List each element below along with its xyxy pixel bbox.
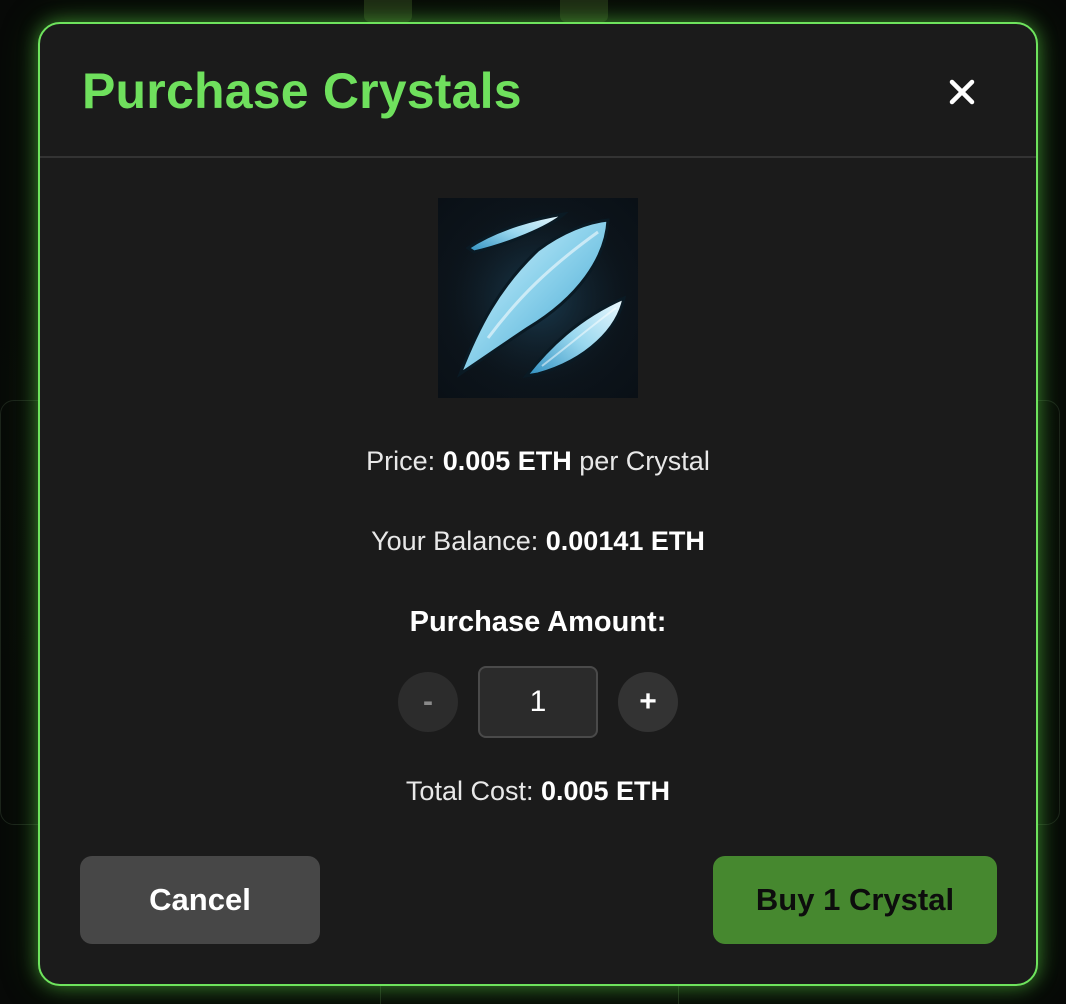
total-value: 0.005 ETH <box>540 776 671 806</box>
modal-header: Purchase Crystals <box>40 24 1036 158</box>
total-label: Total Cost: <box>405 776 541 806</box>
balance-value: 0.00141 ETH <box>545 526 705 556</box>
quantity-input[interactable] <box>478 666 598 738</box>
balance-line: Your Balance: 0.00141 ETH <box>40 526 1036 557</box>
modal-body: Price: 0.005 ETH per Crystal Your Balanc… <box>40 158 1036 984</box>
crystal-shards-image <box>438 198 638 398</box>
close-button[interactable] <box>944 74 980 110</box>
close-icon <box>949 79 975 105</box>
price-line: Price: 0.005 ETH per Crystal <box>40 446 1036 477</box>
background-element <box>560 0 608 22</box>
balance-label: Your Balance: <box>371 526 546 556</box>
total-cost-line: Total Cost: 0.005 ETH <box>40 776 1036 807</box>
decrement-button[interactable]: - <box>398 672 458 732</box>
background-divider <box>678 986 679 1004</box>
cancel-button[interactable]: Cancel <box>80 856 320 944</box>
increment-button[interactable]: + <box>618 672 678 732</box>
price-value: 0.005 ETH <box>442 446 572 476</box>
price-label: Price: <box>366 446 443 476</box>
background-element <box>364 0 412 22</box>
background-divider <box>380 986 381 1004</box>
price-suffix: per Crystal <box>571 446 710 476</box>
purchase-crystals-modal: Purchase Crystals Price: 0.005 ETH per C… <box>38 22 1038 986</box>
purchase-amount-label: Purchase Amount: <box>409 606 667 638</box>
buy-button[interactable]: Buy 1 Crystal <box>713 856 997 944</box>
modal-title: Purchase Crystals <box>82 63 522 119</box>
